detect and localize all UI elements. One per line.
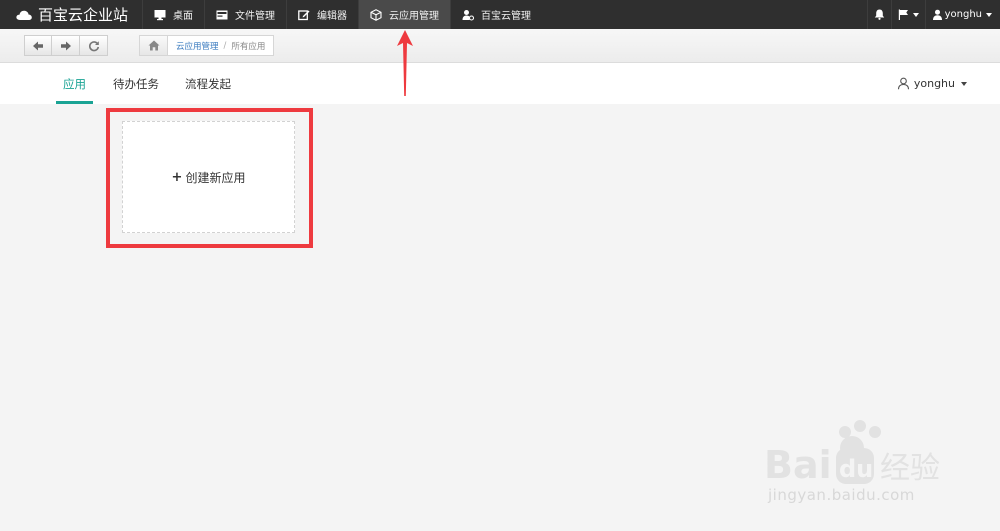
home-icon	[148, 40, 159, 51]
bell-icon	[874, 9, 884, 20]
refresh-icon	[88, 40, 99, 51]
brand-title: 百宝云企业站	[38, 6, 129, 24]
nav-cloud-app-management[interactable]: 云应用管理	[358, 0, 451, 29]
watermark-url: jingyan.baidu.com	[768, 486, 915, 504]
tab-start-process-label: 流程发起	[185, 76, 231, 91]
breadcrumb-current: 所有应用	[231, 41, 266, 52]
flag-icon	[898, 9, 908, 20]
monitor-icon	[154, 9, 166, 20]
user-menu-label: yonghu	[913, 77, 955, 90]
nav-baibaoyun-management-label: 百宝云管理	[481, 11, 532, 22]
create-new-app-card[interactable]: + 创建新应用	[122, 121, 295, 233]
tab-start-process[interactable]: 流程发起	[185, 63, 231, 104]
user-icon	[932, 9, 942, 20]
tab-todo-tasks-label: 待办任务	[113, 76, 159, 91]
nav-cloud-app-management-label: 云应用管理	[389, 11, 440, 22]
caret-down-icon	[986, 12, 992, 17]
nav-file-manager[interactable]: 文件管理	[204, 0, 286, 29]
brand[interactable]: 百宝云企业站	[0, 0, 142, 29]
nav-baibaoyun-management[interactable]: 百宝云管理	[450, 0, 542, 29]
flag-menu-button[interactable]	[890, 0, 925, 29]
refresh-button[interactable]	[80, 35, 108, 56]
navbar-username: yonghu	[944, 9, 982, 20]
svg-text:Bai: Bai	[764, 443, 832, 487]
user-gear-icon	[462, 9, 475, 21]
forward-button[interactable]	[52, 35, 80, 56]
breadcrumb-separator: /	[223, 40, 227, 51]
navbar-right: yonghu	[866, 0, 1000, 29]
tab-apps[interactable]: 应用	[56, 63, 93, 104]
breadcrumb-items: 云应用管理 / 所有应用	[168, 36, 273, 55]
back-button[interactable]	[24, 35, 52, 56]
nav-editor-label: 编辑器	[317, 11, 348, 22]
caret-down-icon	[912, 12, 919, 17]
user-account-menu[interactable]: yonghu	[924, 0, 1000, 29]
nav-desktop-label: 桌面	[173, 11, 194, 22]
toolbar: 云应用管理 / 所有应用	[0, 29, 1000, 63]
nav-desktop[interactable]: 桌面	[142, 0, 204, 29]
cube-icon	[370, 8, 382, 21]
home-button[interactable]	[140, 36, 168, 55]
history-button-group	[24, 35, 108, 56]
tabs-bar: 应用 待办任务 流程发起 yonghu	[0, 63, 1000, 104]
nav-file-manager-label: 文件管理	[235, 11, 276, 22]
tab-apps-label: 应用	[63, 76, 86, 91]
user-outline-icon	[897, 77, 909, 90]
cloud-icon	[16, 10, 32, 20]
plus-icon: +	[171, 169, 183, 185]
svg-text:du: du	[839, 455, 873, 483]
edit-icon	[298, 9, 310, 20]
svg-text:经验: 经验	[880, 451, 940, 486]
top-navbar: 百宝云企业站 桌面 文件管理 编辑器 云应用管理 百宝云管理 yonghu	[0, 0, 1000, 29]
breadcrumb: 云应用管理 / 所有应用	[139, 35, 275, 56]
arrow-left-icon	[33, 41, 43, 50]
breadcrumb-link-cloud-app-management[interactable]: 云应用管理	[176, 40, 219, 52]
arrow-right-icon	[60, 41, 71, 50]
caret-down-icon	[961, 81, 967, 86]
user-menu[interactable]: yonghu	[897, 63, 967, 104]
notifications-button[interactable]	[866, 0, 891, 29]
annotation-arrow	[397, 30, 413, 96]
file-manager-icon	[216, 10, 228, 19]
tab-todo-tasks[interactable]: 待办任务	[113, 63, 159, 104]
nav-editor[interactable]: 编辑器	[286, 0, 358, 29]
create-new-app-label: 创建新应用	[185, 170, 246, 185]
